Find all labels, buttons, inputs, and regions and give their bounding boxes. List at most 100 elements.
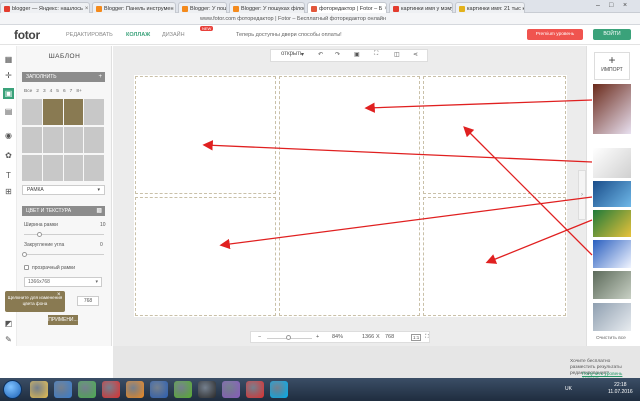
template-thumb-selected[interactable] <box>63 99 84 125</box>
frame-dropdown[interactable]: РАМКА ▾ <box>22 185 105 195</box>
photo-thumbnail[interactable] <box>593 210 631 237</box>
nav-collage[interactable]: КОЛЛАЖ <box>126 32 150 38</box>
taskbar-app-8-icon[interactable] <box>198 381 216 398</box>
count-all[interactable]: Все <box>24 89 32 94</box>
browser-tab[interactable]: картинки имя у мэму м× <box>389 2 453 13</box>
photo-thumbnail[interactable] <box>593 271 631 299</box>
count-2[interactable]: 2 <box>36 89 39 94</box>
actual-size-icon[interactable]: 1:1 <box>411 334 422 341</box>
chevron-down-icon[interactable]: ▾ <box>301 51 304 58</box>
crop-icon[interactable]: ◩ <box>3 318 14 329</box>
collage-cell[interactable] <box>135 76 276 194</box>
login-button[interactable]: ВОЙТИ <box>593 29 631 40</box>
corner-radius-knob[interactable] <box>22 252 27 257</box>
apply-button[interactable]: ПРИМЕНИ... <box>48 315 78 325</box>
taskbar-firefox-icon[interactable] <box>126 381 144 398</box>
maximize-icon[interactable]: □ <box>609 2 613 9</box>
browser-tab[interactable]: Blogger: У пошуках філосо× <box>229 2 305 13</box>
compare-icon[interactable]: ◫ <box>394 51 400 58</box>
text-icon[interactable]: T <box>3 170 14 181</box>
canvas-width[interactable]: 1366 <box>362 334 374 340</box>
texture-icon[interactable]: ▩ <box>96 206 102 216</box>
premium-button[interactable]: Premium уровень <box>527 29 583 40</box>
redo-icon[interactable]: ↷ <box>335 51 340 58</box>
collage-cell[interactable] <box>423 76 566 194</box>
template-thumb-selected[interactable] <box>42 99 63 125</box>
nav-design[interactable]: ДИЗАЙН <box>162 32 185 38</box>
photo-thumbnail[interactable] <box>593 148 631 178</box>
taskbar-chrome-icon[interactable] <box>78 381 96 398</box>
taskbar-app-9-icon[interactable] <box>222 381 240 398</box>
fullscreen-icon[interactable]: ⛶ <box>425 334 429 341</box>
border-width-slider[interactable] <box>24 234 104 235</box>
open-menu[interactable]: открыть <box>281 51 303 57</box>
template-thumb[interactable] <box>84 127 104 153</box>
template-thumb[interactable] <box>22 155 42 181</box>
import-button[interactable]: + ИМПОРТ <box>594 52 630 80</box>
count-6[interactable]: 6 <box>63 89 66 94</box>
grid-icon[interactable]: ▤ <box>3 106 14 117</box>
edit-icon[interactable]: ✎ <box>3 334 14 345</box>
zoom-knob[interactable] <box>286 335 291 340</box>
count-3[interactable]: 3 <box>43 89 46 94</box>
count-5[interactable]: 5 <box>56 89 59 94</box>
browser-tab[interactable]: blogger — Яндекс: нашлось × <box>0 2 90 13</box>
payment-notice[interactable]: Теперь доступны двери способы оплаты! <box>236 32 342 38</box>
fill-bar[interactable]: ЗАПОЛНИТЬ + <box>22 72 105 82</box>
canvas-height[interactable]: 768 <box>385 334 394 340</box>
template-row-2[interactable] <box>22 127 104 153</box>
color-texture-bar[interactable]: ЦВЕТ И ТЕКСТУРА ▩ <box>22 206 105 216</box>
template-thumb[interactable] <box>84 99 104 125</box>
start-button[interactable] <box>3 380 22 399</box>
border-width-knob[interactable] <box>37 232 42 237</box>
tooltip-close-icon[interactable]: × <box>57 292 61 298</box>
pattern-icon[interactable]: ✿ <box>3 150 14 161</box>
tab-close-icon[interactable]: × <box>384 6 386 12</box>
address-url[interactable]: www.fotor.com фоторедактор | Fotor – Бес… <box>200 14 440 24</box>
template-thumb[interactable] <box>63 127 84 153</box>
photo-thumbnail[interactable] <box>593 181 631 207</box>
photo-thumbnail[interactable] <box>593 240 631 268</box>
browser-tab[interactable]: картинки имя: 21 тыс кар× <box>455 2 525 13</box>
sticker-icon[interactable]: ⊞ <box>3 186 14 197</box>
taskbar-opera-icon[interactable] <box>102 381 120 398</box>
template-thumb[interactable] <box>63 155 84 181</box>
collage-cell[interactable] <box>135 197 276 316</box>
count-4[interactable]: 4 <box>50 89 53 94</box>
template-thumb[interactable] <box>42 155 63 181</box>
tab-close-icon[interactable]: × <box>175 6 176 12</box>
zoom-in-icon[interactable]: + <box>316 334 319 340</box>
height-input[interactable]: 768 <box>77 296 99 306</box>
template-thumb[interactable] <box>84 155 104 181</box>
taskbar-yandex-icon[interactable] <box>246 381 264 398</box>
circle-icon[interactable]: ◉ <box>3 130 14 141</box>
template-row-1[interactable] <box>22 99 104 125</box>
move-icon[interactable]: ✛ <box>3 70 14 81</box>
taskbar-media-player-icon[interactable] <box>54 381 72 398</box>
clock[interactable]: 22:18 11.07.2016 <box>608 382 633 396</box>
clear-all-link[interactable]: Очистить все <box>596 336 626 341</box>
collage-cell[interactable] <box>279 76 420 316</box>
tab-close-icon[interactable]: × <box>85 6 89 12</box>
fotor-logo[interactable]: fotor <box>14 28 40 42</box>
template-thumb[interactable] <box>42 127 63 153</box>
corner-radius-slider[interactable] <box>24 254 104 255</box>
template-thumb[interactable] <box>22 127 42 153</box>
language-indicator[interactable]: UK <box>565 386 572 392</box>
nav-edit[interactable]: РЕДАКТИРОВАТЬ <box>66 32 113 38</box>
browser-tab[interactable]: Blogger: Панель инструмен× <box>92 2 176 13</box>
count-7[interactable]: 7 <box>70 89 73 94</box>
photo-thumbnail[interactable] <box>593 84 631 134</box>
window-close-icon[interactable]: × <box>623 2 627 9</box>
fill-plus-icon[interactable]: + <box>98 72 102 82</box>
collage-layout-icon[interactable]: ▦ <box>3 54 14 65</box>
photo-thumbnail[interactable] <box>593 303 631 331</box>
save-icon[interactable]: ▣ <box>354 51 360 58</box>
zoom-out-icon[interactable]: − <box>258 334 261 340</box>
share-icon[interactable]: ⋖ <box>413 51 418 58</box>
transparent-checkbox[interactable] <box>24 265 29 270</box>
undo-icon[interactable]: ↶ <box>318 51 323 58</box>
collapse-panel-button[interactable]: › <box>578 170 586 220</box>
count-8plus[interactable]: 8+ <box>76 89 81 94</box>
minimize-icon[interactable]: – <box>596 2 600 9</box>
